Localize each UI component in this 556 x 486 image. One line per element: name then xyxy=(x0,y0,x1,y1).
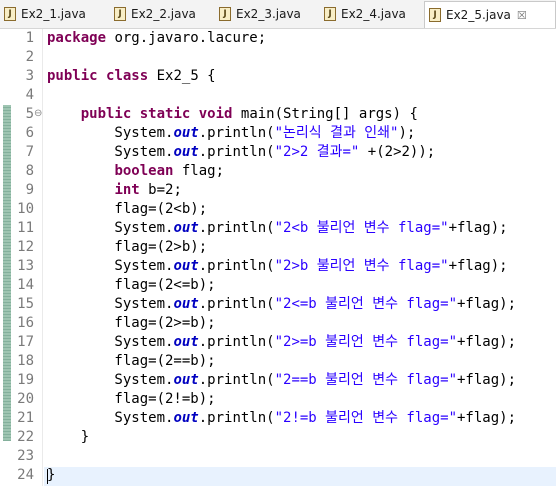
code-text[interactable]: flag=(2>b); xyxy=(47,238,207,257)
line-number: 12 xyxy=(17,239,34,255)
code-text[interactable]: System.out.println("2>2 결과=" +(2>2)); xyxy=(47,143,435,162)
line-number: 10 xyxy=(17,201,34,217)
code-text[interactable]: System.out.println("2<=b 불리언 변수 flag="+f… xyxy=(47,295,516,314)
tab-label: Ex2_3.java xyxy=(236,7,301,21)
code-text[interactable]: flag=(2>=b); xyxy=(47,314,215,333)
line-number: 8 xyxy=(25,163,34,179)
code-text[interactable]: flag=(2!=b); xyxy=(47,390,215,409)
code-line[interactable]: 6 System.out.println("논리식 결과 인쇄"); xyxy=(0,124,556,143)
line-number: 3 xyxy=(25,68,34,84)
line-number: 9 xyxy=(25,182,34,198)
java-file-icon: J xyxy=(219,7,231,21)
code-line[interactable]: 20 flag=(2!=b); xyxy=(0,390,556,409)
code-line[interactable]: 23 xyxy=(0,447,556,466)
code-text[interactable]: System.out.println("2>b 불리언 변수 flag="+fl… xyxy=(47,257,507,276)
code-line[interactable]: 15 System.out.println("2<=b 불리언 변수 flag=… xyxy=(0,295,556,314)
code-text[interactable]: flag=(2<=b); xyxy=(47,276,215,295)
line-number: 2 xyxy=(25,49,34,65)
code-line[interactable]: 3 public class Ex2_5 { xyxy=(0,67,556,86)
code-line[interactable]: 14 flag=(2<=b); xyxy=(0,276,556,295)
line-number: 24 xyxy=(17,467,34,483)
code-line[interactable]: 11 System.out.println("2<b 불리언 변수 flag="… xyxy=(0,219,556,238)
code-line[interactable]: 2 xyxy=(0,48,556,67)
tab-ex2-3[interactable]: J Ex2_3.java xyxy=(215,2,319,26)
line-number: 15 xyxy=(17,296,34,312)
line-number: 1 xyxy=(25,30,34,46)
line-number: 22 xyxy=(17,429,34,445)
tab-ex2-5[interactable]: J Ex2_5.java ☒ xyxy=(424,1,556,28)
java-file-icon: J xyxy=(114,7,126,21)
line-number: 17 xyxy=(17,334,34,350)
code-line[interactable]: 13 System.out.println("2>b 불리언 변수 flag="… xyxy=(0,257,556,276)
tab-label: Ex2_1.java xyxy=(21,7,86,21)
code-text[interactable]: System.out.println("2<b 불리언 변수 flag="+fl… xyxy=(47,219,507,238)
code-text[interactable]: public static void main(String[] args) { xyxy=(47,105,418,124)
line-number: 4 xyxy=(25,87,34,103)
code-text[interactable]: package org.javaro.lacure; xyxy=(47,29,266,48)
code-text[interactable]: System.out.println("2==b 불리언 변수 flag="+f… xyxy=(47,371,516,390)
close-tab-icon[interactable]: ☒ xyxy=(517,9,527,22)
tab-ex2-1[interactable]: J Ex2_1.java xyxy=(0,2,104,26)
java-file-icon: J xyxy=(4,7,16,21)
code-line[interactable]: 19 System.out.println("2==b 불리언 변수 flag=… xyxy=(0,371,556,390)
line-number: 23 xyxy=(17,448,34,464)
code-line[interactable]: 5 ⊖ public static void main(String[] args… xyxy=(0,105,556,124)
code-text[interactable]: flag=(2==b); xyxy=(47,352,215,371)
code-text[interactable]: public class Ex2_5 { xyxy=(47,67,216,86)
code-text[interactable]: System.out.println("2!=b 불리언 변수 flag="+f… xyxy=(47,409,516,428)
line-number: 11 xyxy=(17,220,34,236)
java-file-icon: J xyxy=(429,8,441,22)
code-line[interactable]: 1 package org.javaro.lacure; xyxy=(0,29,556,48)
tab-label: Ex2_4.java xyxy=(341,7,406,21)
code-line[interactable]: 17 System.out.println("2>=b 불리언 변수 flag=… xyxy=(0,333,556,352)
line-number: 19 xyxy=(17,372,34,388)
code-line[interactable]: 12 flag=(2>b); xyxy=(0,238,556,257)
code-line[interactable]: 18 flag=(2==b); xyxy=(0,352,556,371)
line-number: 16 xyxy=(17,315,34,331)
code-text[interactable]: System.out.println("논리식 결과 인쇄"); xyxy=(47,124,415,143)
code-text[interactable]: System.out.println("2>=b 불리언 변수 flag="+f… xyxy=(47,333,516,352)
tab-ex2-4[interactable]: J Ex2_4.java xyxy=(320,2,424,26)
line-number: 20 xyxy=(17,391,34,407)
code-text[interactable]: } xyxy=(47,466,55,485)
code-line[interactable]: 4 xyxy=(0,86,556,105)
code-text[interactable]: } xyxy=(47,428,89,447)
line-number: 21 xyxy=(17,410,34,426)
editor-tab-bar: J Ex2_1.java J Ex2_2.java J Ex2_3.java J… xyxy=(0,0,556,29)
line-number: 14 xyxy=(17,277,34,293)
line-number: 6 xyxy=(25,125,34,141)
code-line[interactable]: 21 System.out.println("2!=b 불리언 변수 flag=… xyxy=(0,409,556,428)
line-number: 5 xyxy=(25,106,34,122)
code-line[interactable]: 16 flag=(2>=b); xyxy=(0,314,556,333)
code-line[interactable]: 22 } xyxy=(0,428,556,447)
line-number: 18 xyxy=(17,353,34,369)
code-line[interactable]: 7 System.out.println("2>2 결과=" +(2>2)); xyxy=(0,143,556,162)
code-line[interactable]: 10 flag=(2<b); xyxy=(0,200,556,219)
collapse-fold-icon[interactable]: ⊖ xyxy=(34,105,42,122)
code-text[interactable]: boolean flag; xyxy=(47,162,224,181)
line-number: 13 xyxy=(17,258,34,274)
code-line[interactable]: 9 int b=2; xyxy=(0,181,556,200)
code-line[interactable]: 8 boolean flag; xyxy=(0,162,556,181)
tab-label: Ex2_2.java xyxy=(131,7,196,21)
java-file-icon: J xyxy=(324,7,336,21)
code-text[interactable]: flag=(2<b); xyxy=(47,200,207,219)
tab-label: Ex2_5.java xyxy=(446,8,511,22)
line-number: 7 xyxy=(25,144,34,160)
code-text[interactable]: int b=2; xyxy=(47,181,181,200)
code-line[interactable]: 24} xyxy=(0,466,556,485)
tab-ex2-2[interactable]: J Ex2_2.java xyxy=(110,2,214,26)
